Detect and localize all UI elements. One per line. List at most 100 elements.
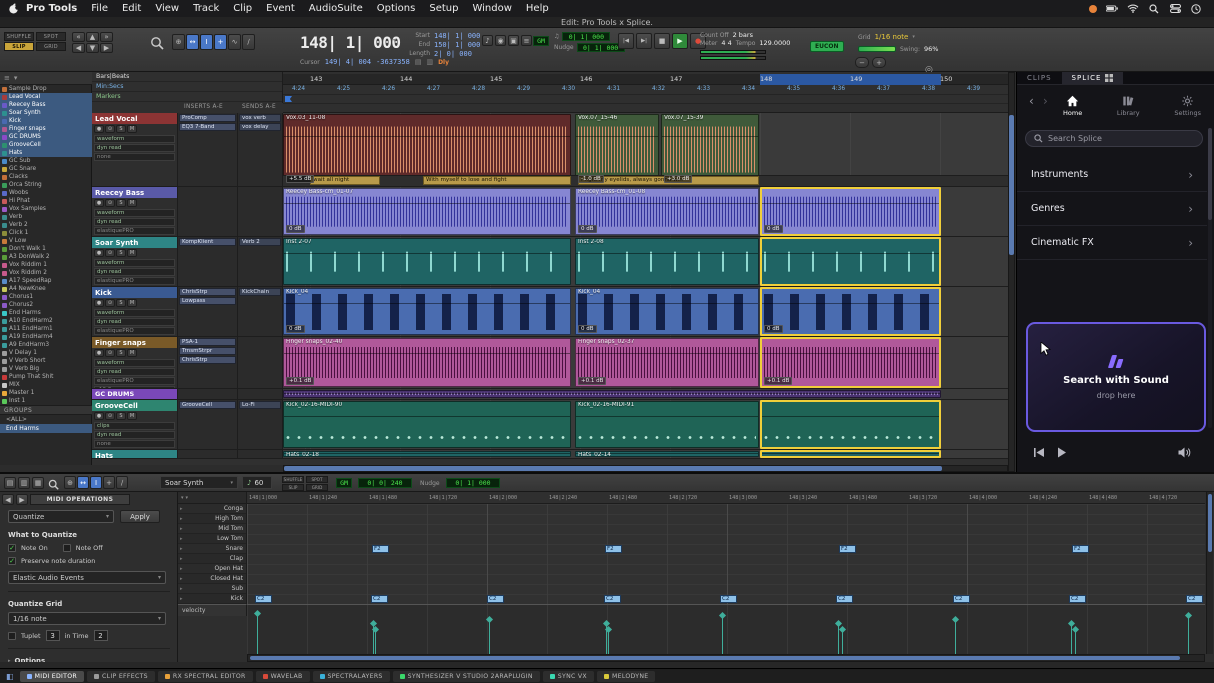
midi-mode-slip-button[interactable]: SLIP (282, 484, 304, 491)
elastic-audio-selector[interactable]: elastiquePRO (94, 227, 175, 235)
midi-note-c2[interactable]: C2 (953, 595, 970, 603)
menu-item-options[interactable]: Options (370, 3, 423, 14)
insert-procomp[interactable]: ProComp (179, 114, 236, 122)
velocity-stalk[interactable] (1075, 630, 1076, 654)
group-track-name[interactable]: GC DRUMS (92, 389, 177, 399)
rtz-button[interactable]: |◀ (618, 33, 634, 49)
zoom-out-arrow-button[interactable]: ◀ (72, 43, 85, 53)
window-tab-spectralayers[interactable]: SPECTRALAYERS (313, 671, 390, 682)
menu-item-help[interactable]: Help (519, 3, 556, 14)
midi-note-f2[interactable]: F2 (605, 545, 622, 553)
track-name[interactable]: GrooveCell (92, 400, 177, 411)
track-list-item-v-low[interactable]: V Low (0, 237, 92, 245)
track-name[interactable]: Finger snaps (92, 337, 177, 348)
zoom-tool-button[interactable]: ⊕ (172, 34, 185, 50)
zoom-in-button[interactable]: + (872, 57, 886, 68)
track-list-item-a9-endharm3[interactable]: A9 EndHarm3 (0, 341, 92, 349)
track-list-item-vox-riddim-1[interactable]: Vox Riddim 1 (0, 261, 92, 269)
clip-selected[interactable] (760, 450, 941, 458)
velocity-diamond[interactable] (834, 620, 841, 627)
drum-lane-snare[interactable]: ▸Snare (178, 544, 246, 554)
insert-eq3-7-band[interactable]: EQ3 7-Band (179, 123, 236, 131)
zoom-in-arrow-button[interactable]: ▶ (100, 43, 113, 53)
insert-chrisstrp[interactable]: ChrisStrp (179, 356, 236, 364)
spotlight-search-icon[interactable] (1148, 3, 1160, 15)
nav-back-button[interactable]: ‹ (1029, 96, 1034, 106)
mute-button[interactable]: M (127, 349, 137, 357)
drum-lane-closed-hat[interactable]: ▸Closed Hat (178, 574, 246, 584)
lyric-clip[interactable]: With myself to lose and fight (423, 176, 571, 185)
counter-dropdown-icon[interactable]: ▾ (393, 37, 396, 44)
scroll-prev-button[interactable]: « (72, 32, 85, 42)
track-view-selector[interactable]: waveform (94, 259, 175, 267)
midi-h-scrollbar[interactable] (247, 654, 1205, 662)
track-list-item-gc-snare[interactable]: GC Snare (0, 165, 92, 173)
midi-nudge-value[interactable]: 0| 1| 000 (446, 478, 500, 488)
track-list-item-soar-synth[interactable]: Soar Synth (0, 109, 92, 117)
track-view-selector[interactable]: waveform (94, 309, 175, 317)
clip-view-icon[interactable]: ▥ (426, 58, 433, 66)
timebase-bars-beats[interactable]: Bars|Beats (92, 72, 282, 82)
solo-button[interactable]: S (116, 412, 126, 420)
length-value[interactable]: 2| 0| 000 (434, 50, 472, 58)
tab-splice[interactable]: SPLICE (1062, 72, 1124, 84)
velocity-stalk[interactable] (489, 620, 490, 654)
tempo-ruler-icon[interactable]: ≡ (521, 35, 532, 46)
clip-kick-02-16-midi-91[interactable]: Kick_02-16-MIDI-91 (575, 401, 759, 448)
solo-button[interactable]: S (116, 249, 126, 257)
track-view-selector[interactable]: clips (94, 422, 175, 430)
mute-button[interactable]: M (127, 299, 137, 307)
play-button[interactable]: ▶ (672, 33, 688, 49)
nav-forward-button[interactable]: › (1043, 96, 1048, 106)
automation-mode-selector[interactable]: dyn read (94, 268, 175, 276)
velocity-stalk[interactable] (842, 630, 843, 654)
clip-reecey-bass-cm-01-08[interactable]: Reecey Bass-cm_01-080 dB (575, 188, 759, 235)
lane-collapse-icon[interactable]: ▾ (181, 495, 184, 501)
track-list-item-gc-sub[interactable]: GC Sub (0, 157, 92, 165)
window-tab-wavelab[interactable]: WAVELAB (256, 671, 310, 682)
grid-value[interactable]: 1/16 note (875, 33, 909, 41)
mode-slip-button[interactable]: SLIP (4, 42, 34, 51)
menu-item-event[interactable]: Event (259, 3, 302, 14)
input-monitor-button[interactable]: ⊙ (105, 349, 115, 357)
midi-zoomer-tool[interactable] (48, 479, 59, 490)
send-verb-2[interactable]: Verb 2 (239, 238, 281, 246)
strength-slider[interactable] (858, 46, 896, 52)
solo-button[interactable]: S (116, 349, 126, 357)
track-list-item-v-delay-1[interactable]: V Delay 1 (0, 349, 92, 357)
volume-icon[interactable] (1178, 447, 1191, 458)
previous-sample-button[interactable] (1033, 447, 1045, 458)
menu-item-track[interactable]: Track (186, 3, 226, 14)
clip-kick-02-16-midi-90[interactable]: Kick_02-16-MIDI-90 (283, 401, 571, 448)
velocity-stalk[interactable] (1188, 616, 1189, 654)
midi-trim-tool-button[interactable]: ↔ (77, 476, 89, 489)
group-item-all[interactable]: <ALL> (0, 415, 92, 424)
track-list-item-chorus2[interactable]: Chorus2 (0, 301, 92, 309)
automation-mode-selector[interactable]: dyn read (94, 431, 175, 439)
clip-selected[interactable] (760, 400, 941, 449)
track-list-item-vox-samples[interactable]: Vox Samples (0, 205, 92, 213)
clip-kick-04[interactable]: Kick_040 dB (283, 288, 571, 335)
stop-button[interactable]: ■ (654, 33, 670, 49)
elastic-audio-select[interactable]: Elastic Audio Events▾ (8, 571, 166, 584)
control-center-icon[interactable] (1169, 3, 1181, 15)
midi-counter[interactable]: 0| 0| 240 (358, 478, 412, 488)
timebase-min-secs[interactable]: Min:Secs (92, 82, 282, 92)
piano-roll-icon[interactable]: ▦ (32, 477, 44, 489)
nav-settings[interactable]: Settings (1174, 88, 1201, 124)
input-monitor-button[interactable]: ⊙ (105, 412, 115, 420)
cue-value[interactable]: 0| 1| 000 (562, 32, 610, 41)
goto-end-button[interactable]: ▶| (636, 33, 652, 49)
track-list-item-end-harms[interactable]: End Harms (0, 309, 92, 317)
workspace-icon[interactable]: ◧ (6, 672, 14, 681)
track-list-toggle-icon[interactable]: ▤ (4, 477, 16, 489)
category-cinematic-fx[interactable]: Cinematic FX› (1017, 226, 1207, 260)
send-kickchain[interactable]: KickChain (239, 288, 281, 296)
track-name[interactable]: Soar Synth (92, 237, 177, 248)
drum-lane-clap[interactable]: ▸Clap (178, 554, 246, 564)
track-list-item-a10-endharm2[interactable]: A10 EndHarm2 (0, 317, 92, 325)
zoom-vertical-button[interactable]: ▲ (86, 32, 99, 42)
velocity-lane[interactable] (247, 604, 1205, 654)
track-name[interactable]: Hats (92, 450, 177, 458)
velocity-stalk[interactable] (955, 620, 956, 654)
